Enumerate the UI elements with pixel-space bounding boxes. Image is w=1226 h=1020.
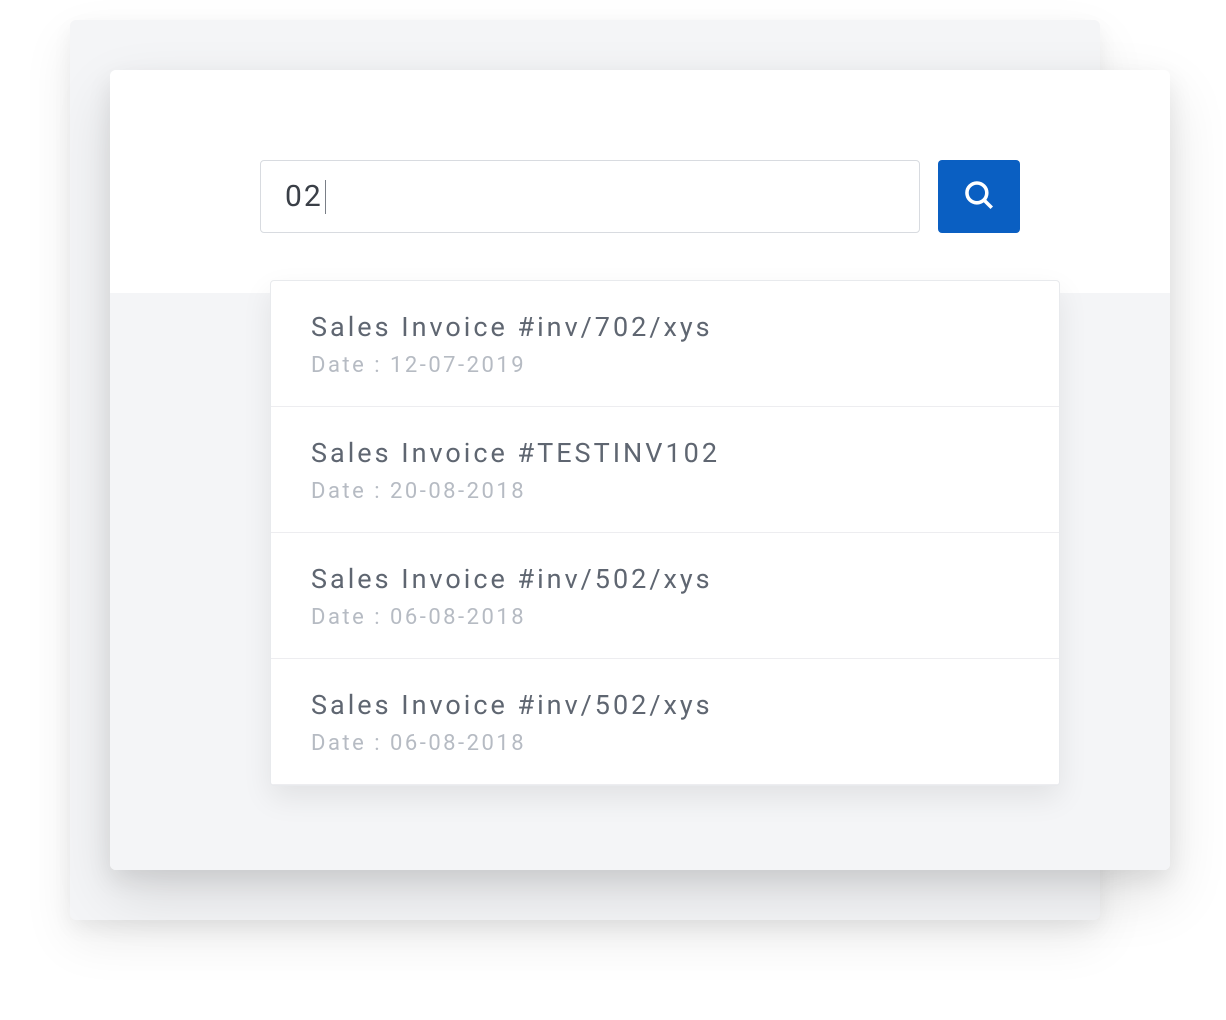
result-date: Date : 06-08-2018	[311, 605, 1019, 630]
search-results-dropdown: Sales Invoice #inv/702/xys Date : 12-07-…	[270, 280, 1060, 786]
search-area: 02	[110, 70, 1170, 293]
result-title: Sales Invoice #inv/502/xys	[311, 563, 1019, 595]
result-date: Date : 06-08-2018	[311, 731, 1019, 756]
result-date: Date : 12-07-2019	[311, 353, 1019, 378]
result-title: Sales Invoice #inv/502/xys	[311, 689, 1019, 721]
search-input-value: 02	[285, 179, 323, 214]
text-cursor	[325, 180, 326, 214]
list-item[interactable]: Sales Invoice #inv/702/xys Date : 12-07-…	[271, 281, 1059, 407]
search-input[interactable]: 02	[260, 160, 920, 233]
search-icon	[962, 178, 996, 216]
result-title: Sales Invoice #TESTINV102	[311, 437, 1019, 469]
search-row: 02	[260, 160, 1020, 233]
list-item[interactable]: Sales Invoice #inv/502/xys Date : 06-08-…	[271, 533, 1059, 659]
result-date: Date : 20-08-2018	[311, 479, 1019, 504]
list-item[interactable]: Sales Invoice #TESTINV102 Date : 20-08-2…	[271, 407, 1059, 533]
search-button[interactable]	[938, 160, 1020, 233]
result-title: Sales Invoice #inv/702/xys	[311, 311, 1019, 343]
list-item[interactable]: Sales Invoice #inv/502/xys Date : 06-08-…	[271, 659, 1059, 785]
